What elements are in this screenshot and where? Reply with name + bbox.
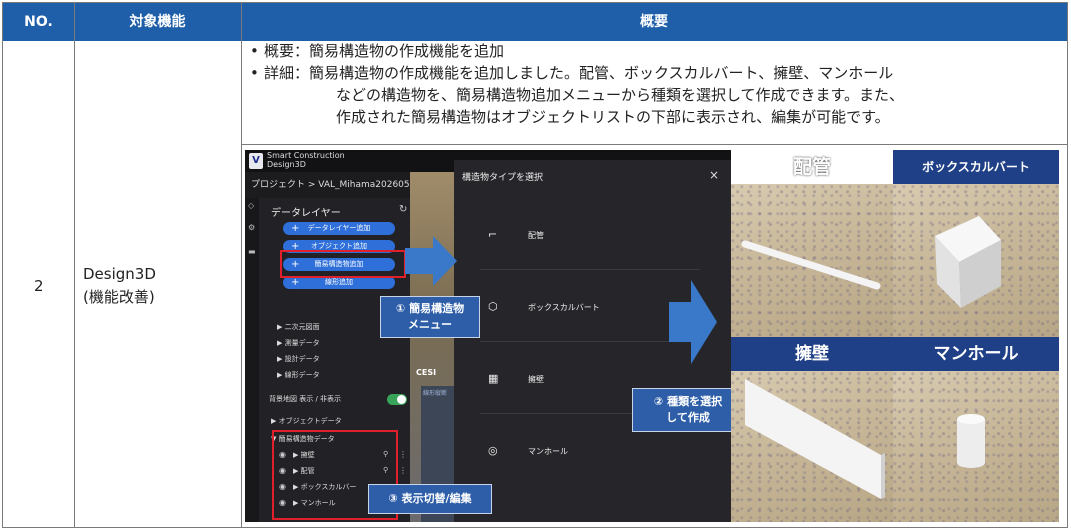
callout-select-line2: して作成 — [666, 411, 710, 424]
detail-text-2: などの構造物を、簡易構造物追加メニューから種類を選択して作成できます。また、 — [336, 86, 905, 104]
row-number: 2 — [34, 277, 44, 295]
feature-name: Design3D — [83, 265, 156, 283]
layer-panel-title: データレイヤー — [271, 208, 341, 219]
render-manhole: マンホール — [893, 337, 1059, 522]
tree-item-survey[interactable]: ▶ 測量データ — [277, 338, 320, 348]
pipe-icon: ⌐ — [488, 228, 498, 241]
option-box-culvert[interactable]: ⬡ ボックスカルバート — [480, 272, 700, 342]
manhole-model-icon — [957, 414, 985, 468]
pipe-model-icon — [741, 240, 881, 290]
row-divider — [241, 144, 1067, 145]
detail-line: • 詳細：簡易構造物の作成機能を追加しました。配管、ボックスカルバート、擁壁、マ… — [250, 62, 1060, 84]
profile-panel-label: 線形縦断 — [423, 390, 448, 397]
menu-icon[interactable]: ▬ — [248, 248, 256, 256]
render-retaining-wall: 擁壁 — [731, 337, 893, 522]
background-map-toggle[interactable] — [387, 394, 407, 405]
refresh-icon[interactable]: ↻ — [399, 204, 407, 215]
plus-icon: + — [291, 223, 300, 234]
summary-line: • 概要：簡易構造物の作成機能を追加 — [250, 40, 1060, 62]
callout-menu: ① 簡易構造物 メニュー — [380, 296, 480, 338]
option-box-culvert-label: ボックスカルバート — [528, 303, 600, 312]
manhole-icon: ◎ — [488, 444, 498, 457]
tree-item-alignment[interactable]: ▶ 線形データ — [277, 370, 320, 380]
detail-text-3: 作成された簡易構造物はオブジェクトリストの下部に表示され、編集が可能です。 — [336, 108, 890, 126]
tree-item-design[interactable]: ▶ 設計データ — [277, 354, 320, 364]
close-icon[interactable]: × — [709, 168, 719, 182]
app-name: Smart Construction Design3D — [267, 151, 345, 169]
render-label-box: ボックスカルバート — [893, 150, 1059, 184]
detail-text-1: 詳細：簡易構造物の作成機能を追加しました。配管、ボックスカルバート、擁壁、マンホ… — [264, 64, 894, 82]
app-logo: V — [249, 153, 263, 169]
box-model-icon — [935, 216, 1001, 308]
overview-text: • 概要：簡易構造物の作成機能を追加 • 詳細：簡易構造物の作成機能を追加しまし… — [250, 40, 1060, 128]
callout-toggle-edit: ③ 表示切替/編集 — [368, 484, 492, 514]
breadcrumb[interactable]: プロジェクト > VAL_Mihama20260529 < — [245, 172, 432, 198]
render-label-wall: 擁壁 — [731, 337, 893, 371]
background-map-label: 背景地図 表示 / 非表示 — [269, 395, 342, 403]
add-alignment-label: 線形追加 — [325, 278, 353, 286]
option-pipe-label: 配管 — [528, 231, 544, 240]
table-header: NO. 対象機能 概要 — [3, 3, 1067, 41]
tree-item-object-data[interactable]: ▶ オブジェクトデータ — [271, 416, 342, 426]
callout-menu-line2: メニュー — [408, 318, 452, 331]
bullet: • — [250, 64, 259, 82]
cesium-logo: CESI — [416, 368, 437, 377]
add-data-layer-button[interactable]: + データレイヤー追加 — [283, 222, 395, 235]
arrow-right-icon — [669, 280, 717, 364]
render-label-pipe: 配管 — [792, 156, 831, 178]
add-data-layer-label: データレイヤー追加 — [307, 224, 371, 232]
app-name-line2: Design3D — [267, 160, 306, 169]
retaining-wall-icon: ▦ — [488, 372, 499, 385]
render-label-manhole: マンホール — [893, 337, 1059, 371]
more-icon[interactable]: ⋮ — [399, 450, 407, 459]
wall-model-icon — [745, 379, 885, 499]
header-feature: 対象機能 — [129, 14, 186, 30]
option-pipe[interactable]: ⌐ 配管 — [480, 200, 700, 270]
bullet: • — [250, 42, 259, 60]
option-retaining-wall-label: 擁壁 — [528, 375, 544, 384]
app-screenshot: V Smart Construction Design3D プロジェクト > V… — [245, 150, 731, 522]
render-box-culvert: ボックスカルバート — [893, 150, 1059, 337]
menu-highlight — [280, 250, 406, 278]
header-overview: 概要 — [640, 14, 668, 30]
callout-menu-line1: ① 簡易構造物 — [395, 302, 465, 315]
more-icon[interactable]: ⋮ — [399, 466, 407, 475]
callout-select: ② 種類を選択 して作成 — [632, 388, 731, 432]
header-no: NO. — [24, 14, 53, 30]
tree-item-drawings[interactable]: ▶ 二次元図面 — [277, 322, 320, 332]
column-divider — [74, 3, 75, 527]
feature-note: (機能改善) — [83, 288, 155, 306]
column-divider — [241, 3, 242, 527]
app-name-line1: Smart Construction — [267, 151, 345, 160]
callout-select-line1: ② 種類を選択 — [653, 395, 723, 408]
box-culvert-icon: ⬡ — [488, 300, 498, 313]
add-object-label: オブジェクト追加 — [311, 242, 367, 250]
layers-icon[interactable]: ◇ — [248, 202, 256, 210]
settings-icon[interactable]: ⚙ — [248, 224, 256, 232]
option-manhole-label: マンホール — [528, 447, 568, 456]
arrow-right-icon — [405, 236, 457, 286]
left-rail: ◇ ⚙ ▬ — [245, 198, 259, 522]
dialog-title: 構造物タイプを選択 — [462, 173, 544, 183]
render-pipe: 配管 — [731, 150, 893, 337]
summary-text: 概要：簡易構造物の作成機能を追加 — [264, 42, 505, 60]
